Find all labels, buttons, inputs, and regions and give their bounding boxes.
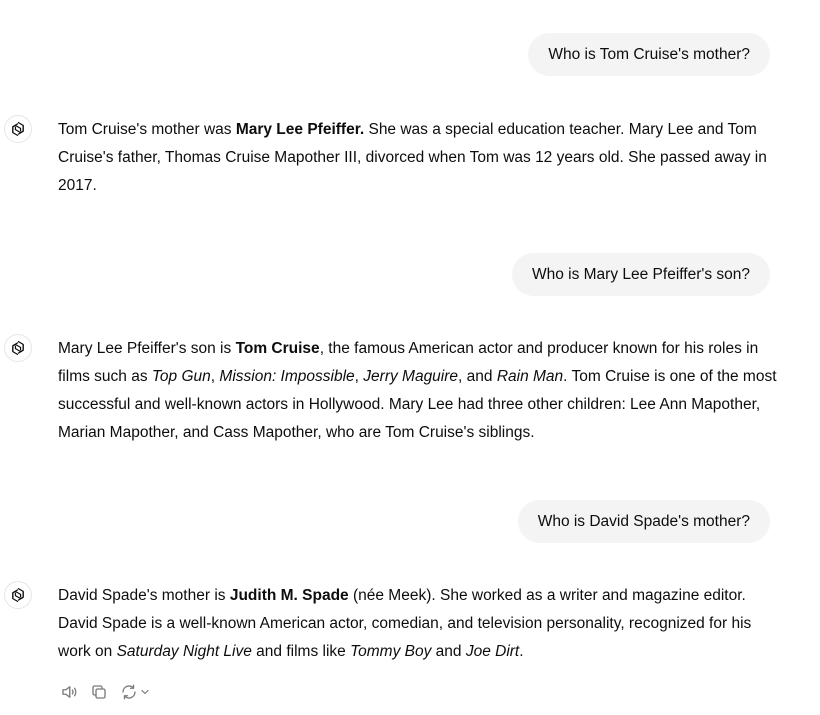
user-message: Who is Mary Lee Pfeiffer's son? [511,253,770,296]
copy-button[interactable] [90,682,108,702]
openai-logo-icon [12,121,24,137]
user-message: Who is David Spade's mother? [517,500,770,543]
assistant-message: Tom Cruise's mother was Mary Lee Pfeiffe… [58,121,767,194]
openai-logo-icon [12,340,24,356]
regenerate-icon [122,684,136,700]
read-aloud-icon [62,686,77,698]
assistant-message: Mary Lee Pfeiffer's son is Tom Cruise, t… [58,340,777,441]
assistant-avatar [4,115,32,143]
assistant-avatar [4,581,32,609]
message-actions [60,682,151,702]
read-aloud-button[interactable] [60,682,78,702]
regenerate-button[interactable] [120,682,151,702]
openai-logo-icon [12,587,24,603]
chevron-down-icon [141,689,149,695]
assistant-avatar [4,334,32,362]
user-message: Who is Tom Cruise's mother? [528,33,770,76]
assistant-message: David Spade's mother is Judith M. Spade … [58,587,752,660]
copy-icon [92,685,106,699]
